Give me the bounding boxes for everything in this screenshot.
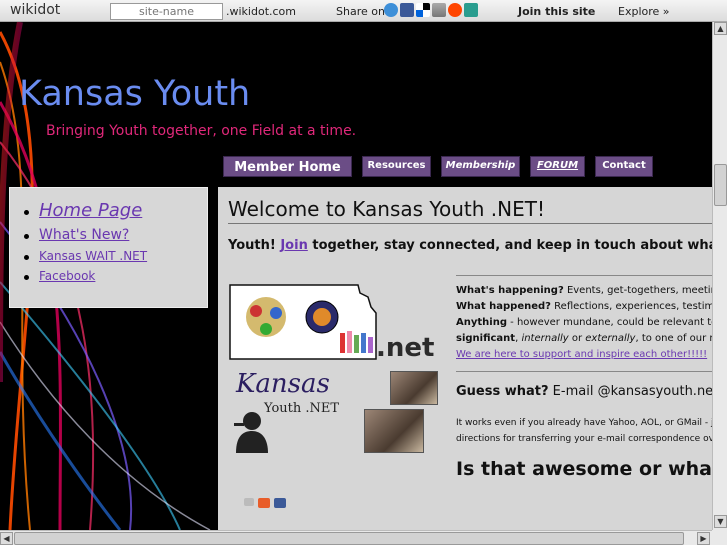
delicious-icon[interactable]	[416, 3, 430, 17]
twitter-icon[interactable]	[384, 3, 398, 17]
wikidot-logo[interactable]: wikidot	[10, 2, 60, 18]
join-site-link[interactable]: Join this site	[518, 5, 595, 18]
significant-label: significant	[456, 333, 516, 344]
site-name-input[interactable]	[110, 3, 223, 20]
guess-what-body: E-mail @kansasyouth.net!	[548, 384, 713, 399]
title-divider	[228, 223, 713, 224]
scroll-right-icon[interactable]: ▶	[697, 532, 710, 545]
horizontal-scroll-thumb[interactable]	[14, 532, 684, 545]
join-link[interactable]: Join	[280, 238, 307, 253]
whats-happening-block: What's happening? Events, get-togethers,…	[456, 283, 713, 363]
vertical-scroll-thumb[interactable]	[714, 164, 727, 206]
rss-icon[interactable]	[258, 498, 270, 508]
wikidot-logo-text: wikidot	[10, 2, 61, 18]
significant-sep2: or	[568, 333, 586, 344]
anything-label: Anything	[456, 317, 507, 328]
scroll-up-icon[interactable]: ▲	[714, 22, 727, 35]
whats-happening-text: Events, get-togethers, meetings	[563, 285, 713, 296]
side-link-facebook[interactable]: Facebook	[22, 269, 207, 283]
email-note: It works even if you already have Yahoo,…	[456, 415, 713, 447]
wikidot-toolbar: wikidot .wikidot.com Share on Join this …	[0, 0, 727, 22]
content-divider-top	[456, 275, 713, 276]
significant-tail: , to one of our mem	[635, 333, 713, 344]
email-note-line1: It works even if you already have Yahoo,…	[456, 418, 713, 428]
bottom-share-icons	[244, 498, 286, 508]
explore-menu[interactable]: Explore »	[618, 5, 670, 18]
what-happened-label: What happened?	[456, 301, 551, 312]
intro-before: Youth!	[228, 238, 281, 253]
facebook-icon[interactable]	[400, 3, 414, 17]
group-photo	[390, 371, 438, 405]
anything-text: - however mundane, could be relevant to …	[506, 317, 713, 328]
site-title[interactable]: Kansas Youth	[19, 74, 250, 114]
site-suffix-label: .wikidot.com	[226, 5, 296, 18]
scrollbar-corner	[712, 530, 727, 545]
what-happened-text: Reflections, experiences, testimon	[551, 301, 713, 312]
logo-dotnet: .net	[376, 333, 435, 363]
scroll-down-icon[interactable]: ▼	[714, 515, 727, 528]
externally-text: externally	[585, 333, 636, 344]
singer-silhouette-icon	[234, 412, 268, 453]
side-link-home-page[interactable]: Home Page	[22, 200, 207, 221]
stumbleupon-icon[interactable]	[464, 3, 478, 17]
side-menu: Home Page What's New? Kansas WAIT .NET F…	[9, 187, 208, 308]
nav-forum[interactable]: FORUM	[530, 156, 585, 177]
nav-resources[interactable]: Resources	[362, 156, 431, 177]
intro-after: together, stay connected, and keep in to…	[307, 238, 713, 253]
side-link-kansas-wait[interactable]: Kansas WAIT .NET	[22, 249, 207, 263]
nav-contact[interactable]: Contact	[595, 156, 653, 177]
internally-text: internally	[521, 333, 569, 344]
side-menu-list: Home Page What's New? Kansas WAIT .NET F…	[10, 200, 207, 283]
nav-member-home[interactable]: Member Home	[223, 156, 352, 177]
digg-icon[interactable]	[432, 3, 446, 17]
site-subtitle: Bringing Youth together, one Field at a …	[46, 123, 357, 139]
side-link-whats-new[interactable]: What's New?	[22, 227, 207, 243]
vertical-scrollbar[interactable]: ▲ ▼	[712, 22, 727, 530]
party-photo	[364, 409, 424, 453]
intro-text: Youth! Join together, stay connected, an…	[228, 238, 713, 253]
facebook-share-icon[interactable]	[274, 498, 286, 508]
nav-membership[interactable]: Membership	[441, 156, 520, 177]
content-divider-mid	[456, 371, 713, 372]
support-link[interactable]: We are here to support and inspire each …	[456, 347, 713, 363]
guess-what-text: Guess what? E-mail @kansasyouth.net!	[456, 384, 713, 399]
main-content: Welcome to Kansas Youth .NET! Youth! Joi…	[218, 187, 713, 530]
share-on-label: Share on	[336, 5, 385, 18]
logo-youth-net: Youth .NET	[264, 401, 340, 416]
logo-kansas: Kansas	[236, 369, 330, 399]
horizontal-scrollbar[interactable]: ◀ ▶	[0, 530, 712, 545]
share-icons	[384, 3, 478, 17]
reddit-icon[interactable]	[448, 3, 462, 17]
email-note-line2: directions for transferring your e-mail …	[456, 434, 713, 444]
page-title: Welcome to Kansas Youth .NET!	[228, 197, 545, 221]
scroll-left-icon[interactable]: ◀	[0, 532, 13, 545]
whats-happening-label: What's happening?	[456, 285, 564, 296]
guess-what-label: Guess what?	[456, 384, 549, 399]
awesome-heading: Is that awesome or what??	[456, 458, 713, 480]
email-share-icon[interactable]	[244, 498, 254, 506]
